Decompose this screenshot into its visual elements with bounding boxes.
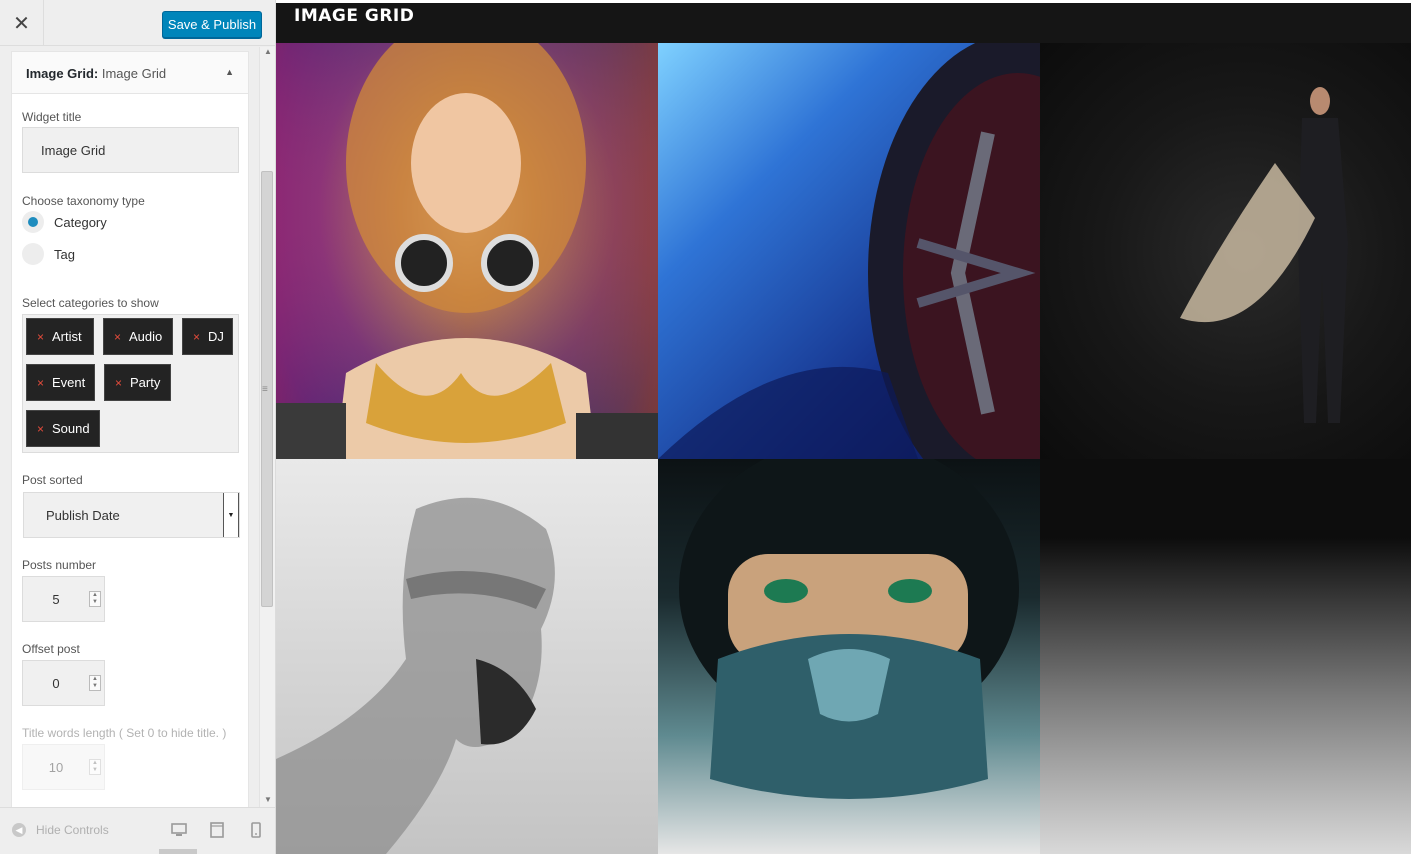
sidebar-scrollbar[interactable]: ▲ ▼ [259, 47, 275, 807]
scroll-up-arrow-icon[interactable]: ▲ [263, 47, 273, 59]
category-chip-event[interactable]: × Event [26, 364, 95, 401]
taxonomy-type-label: Choose taxonomy type [22, 194, 145, 208]
category-chip-sound[interactable]: × Sound [26, 410, 100, 447]
category-chip-dj[interactable]: × DJ [182, 318, 233, 355]
posts-number-label: Posts number [22, 558, 97, 572]
customizer-footer: ◀ Hide Controls [0, 807, 275, 854]
post-sorted-label: Post sorted [22, 473, 83, 487]
spinner-arrows-icon[interactable]: ▲ ▼ [89, 759, 101, 775]
chevron-down-icon[interactable]: ▼ [223, 493, 239, 537]
tablet-icon[interactable] [208, 821, 226, 839]
collapse-left-icon: ◀ [12, 823, 26, 837]
dj-woman-illustration [276, 43, 658, 459]
title-words-length-label: Title words length ( Set 0 to hide title… [22, 726, 227, 740]
widget-title-input[interactable] [22, 127, 239, 173]
close-customizer-button[interactable]: ✕ [0, 0, 44, 46]
bearded-man-double-exposure-image[interactable] [276, 459, 658, 854]
save-publish-button[interactable]: Save & Publish [162, 11, 262, 38]
controls-scroll-area[interactable]: Image Grid: Image Grid ▲ Widget title Ch… [0, 47, 260, 807]
desktop-icon[interactable] [170, 821, 188, 839]
taxonomy-option-category[interactable]: Category [22, 210, 107, 234]
car-wheel-illustration [658, 43, 1040, 459]
helmet-woman-illustration [679, 459, 1019, 799]
taxonomy-option-label: Tag [54, 246, 75, 262]
resize-grip-icon[interactable]: ≡ [262, 384, 268, 395]
chip-label: Event [52, 375, 86, 390]
blue-car-wheel-image[interactable] [658, 43, 1040, 459]
title-words-length-input[interactable]: 10 ▲ ▼ [22, 744, 105, 790]
widget-header-title: Image Grid: [26, 66, 99, 81]
remove-icon[interactable]: × [37, 330, 44, 344]
woman-in-motorcycle-helmet-image[interactable] [658, 459, 1040, 854]
offset-post-label: Offset post [22, 642, 80, 656]
scroll-down-arrow-icon[interactable]: ▼ [263, 795, 273, 807]
spinner-arrows-icon[interactable]: ▲ ▼ [89, 591, 101, 607]
category-chip-party[interactable]: × Party [104, 364, 171, 401]
chip-label: Artist [52, 329, 82, 344]
preview-widget-header: IMAGE GRID [276, 0, 1411, 43]
post-sorted-value: Publish Date [46, 507, 120, 523]
widget-header[interactable]: Image Grid: Image Grid ▲ [12, 52, 248, 94]
collapse-arrow-icon[interactable]: ▲ [225, 67, 234, 77]
bearded-man-illustration [276, 497, 555, 854]
widget-header-subtitle: Image Grid [98, 66, 167, 81]
category-chip-audio[interactable]: × Audio [103, 318, 173, 355]
window-edge [1411, 0, 1419, 854]
posts-number-value: 5 [52, 591, 60, 607]
customizer-sidebar: ✕ Save & Publish Image Grid: Image Grid … [0, 0, 276, 854]
hide-controls-label: Hide Controls [36, 823, 109, 837]
chip-label: DJ [208, 329, 224, 344]
remove-icon[interactable]: × [115, 376, 122, 390]
posts-number-input[interactable]: 5 ▲ ▼ [22, 576, 105, 622]
post-sorted-select[interactable]: Publish Date ▼ [23, 492, 240, 538]
title-words-length-value: 10 [48, 759, 64, 775]
remove-icon[interactable]: × [114, 330, 121, 344]
taxonomy-option-label: Category [54, 214, 107, 230]
widget-panel: Image Grid: Image Grid ▲ Widget title Ch… [11, 51, 249, 807]
hide-controls-button[interactable]: ◀ Hide Controls [12, 823, 109, 837]
dj-woman-headphones-image[interactable] [276, 43, 658, 459]
remove-icon[interactable]: × [193, 330, 200, 344]
man-with-surfboard-image[interactable] [1040, 43, 1411, 459]
remove-icon[interactable]: × [37, 376, 44, 390]
mobile-icon[interactable] [247, 821, 265, 839]
radio-button[interactable] [22, 243, 44, 265]
remove-icon[interactable]: × [37, 422, 44, 436]
chip-label: Sound [52, 421, 90, 436]
category-select-box[interactable]: × Artist × Audio × DJ × Event × Party × Sound [22, 314, 239, 453]
taxonomy-option-tag[interactable]: Tag [22, 242, 75, 266]
spinner-arrows-icon[interactable]: ▲ ▼ [89, 675, 101, 691]
surfer-illustration [1180, 87, 1348, 423]
widget-title-label: Widget title [22, 110, 82, 124]
preview-widget-title: IMAGE GRID [294, 6, 415, 26]
customizer-header: ✕ Save & Publish [0, 0, 275, 46]
radio-button-checked[interactable] [22, 211, 44, 233]
site-preview: IMAGE GRID [276, 0, 1411, 854]
category-chip-artist[interactable]: × Artist [26, 318, 94, 355]
chip-label: Party [130, 375, 161, 390]
offset-post-value: 0 [52, 675, 60, 691]
offset-post-input[interactable]: 0 ▲ ▼ [22, 660, 105, 706]
grid-empty-cell [1040, 459, 1411, 854]
close-icon: ✕ [13, 12, 30, 35]
categories-label: Select categories to show [22, 296, 159, 310]
active-device-indicator [159, 849, 197, 854]
chip-label: Audio [129, 329, 163, 344]
